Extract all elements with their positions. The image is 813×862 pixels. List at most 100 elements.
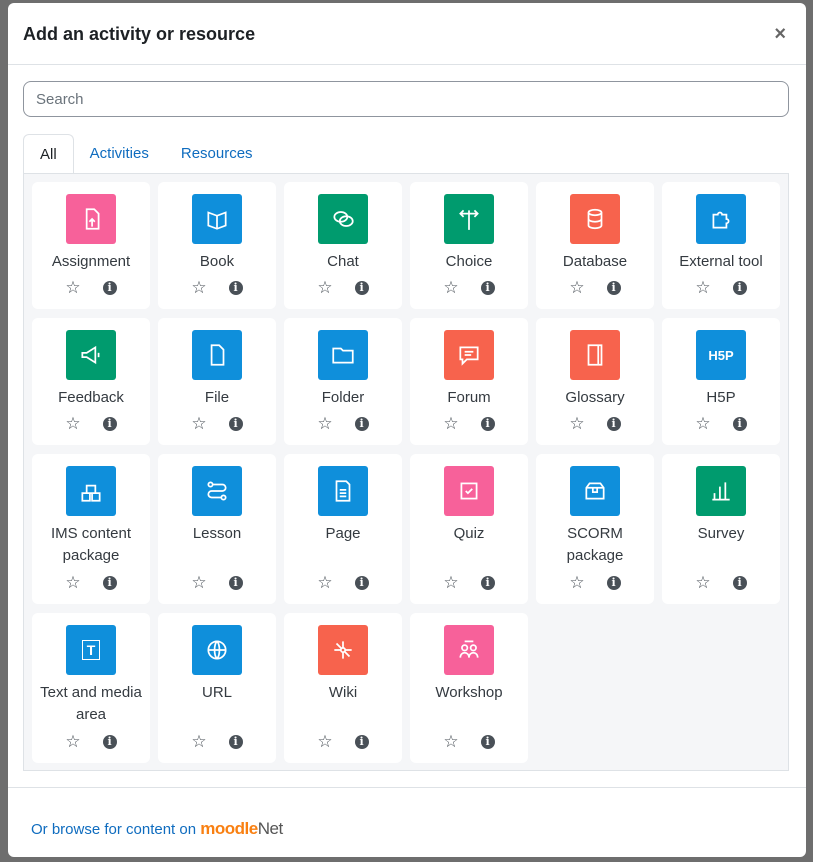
info-icon[interactable]: i [732,281,747,295]
star-icon[interactable]: ☆ [569,574,584,592]
star-icon[interactable]: ☆ [569,415,584,433]
info-icon[interactable]: i [480,576,495,590]
activity-label[interactable]: Survey [662,523,780,545]
activity-card-chat[interactable]: Chat ☆ i [284,182,402,309]
star-icon[interactable]: ☆ [443,279,458,297]
star-icon[interactable]: ☆ [443,574,458,592]
activity-card-external-tool[interactable]: External tool ☆ i [662,182,780,309]
puzzle-icon[interactable] [696,194,746,244]
activity-label[interactable]: H5P [662,387,780,409]
folder-icon[interactable] [318,330,368,380]
moodlenet-link[interactable]: Or browse for content on moodleNet [31,819,283,839]
activity-label[interactable]: Choice [410,251,528,273]
info-icon[interactable]: i [228,576,243,590]
star-icon[interactable]: ☆ [317,733,332,751]
activity-label[interactable]: Forum [410,387,528,409]
activity-label[interactable]: Glossary [536,387,654,409]
star-icon[interactable]: ☆ [65,279,80,297]
star-icon[interactable]: ☆ [569,279,584,297]
activity-label[interactable]: SCORM package [536,523,654,567]
star-icon[interactable]: ☆ [443,415,458,433]
star-icon[interactable]: ☆ [191,574,206,592]
scorm-icon[interactable] [570,466,620,516]
file-icon[interactable] [192,330,242,380]
activity-label[interactable]: Text and media area [32,682,150,726]
info-icon[interactable]: i [606,417,621,431]
activity-label[interactable]: Workshop [410,682,528,704]
star-icon[interactable]: ☆ [443,733,458,751]
star-icon[interactable]: ☆ [695,574,710,592]
database-icon[interactable] [570,194,620,244]
chat-icon[interactable] [318,194,368,244]
info-icon[interactable]: i [354,735,369,749]
info-icon[interactable]: i [228,735,243,749]
star-icon[interactable]: ☆ [317,415,332,433]
star-icon[interactable]: ☆ [695,279,710,297]
info-icon[interactable]: i [480,735,495,749]
activity-label[interactable]: Folder [284,387,402,409]
activity-card-survey[interactable]: Survey ☆ i [662,454,780,604]
tab-resources[interactable]: Resources [165,134,269,174]
activity-card-workshop[interactable]: Workshop ☆ i [410,613,528,763]
activity-label[interactable]: Book [158,251,276,273]
activity-label[interactable]: Wiki [284,682,402,704]
activity-card-url[interactable]: URL ☆ i [158,613,276,763]
activity-card-book[interactable]: Book ☆ i [158,182,276,309]
activity-label[interactable]: Quiz [410,523,528,545]
activity-card-folder[interactable]: Folder ☆ i [284,318,402,445]
close-icon[interactable]: × [774,23,786,46]
quiz-icon[interactable] [444,466,494,516]
info-icon[interactable]: i [228,417,243,431]
glossary-icon[interactable] [570,330,620,380]
activity-label[interactable]: Page [284,523,402,545]
star-icon[interactable]: ☆ [191,279,206,297]
activity-card-glossary[interactable]: Glossary ☆ i [536,318,654,445]
info-icon[interactable]: i [354,281,369,295]
activity-card-scorm-package[interactable]: SCORM package ☆ i [536,454,654,604]
star-icon[interactable]: ☆ [191,733,206,751]
activity-card-database[interactable]: Database ☆ i [536,182,654,309]
forum-icon[interactable] [444,330,494,380]
info-icon[interactable]: i [102,735,117,749]
h5p-icon[interactable]: H5P [696,330,746,380]
wiki-icon[interactable] [318,625,368,675]
star-icon[interactable]: ☆ [191,415,206,433]
activity-label[interactable]: File [158,387,276,409]
text-icon[interactable]: T [66,625,116,675]
info-icon[interactable]: i [732,576,747,590]
activity-card-text-and-media-area[interactable]: T Text and media area ☆ i [32,613,150,763]
info-icon[interactable]: i [102,576,117,590]
star-icon[interactable]: ☆ [317,574,332,592]
info-icon[interactable]: i [480,417,495,431]
activity-label[interactable]: Database [536,251,654,273]
megaphone-icon[interactable] [66,330,116,380]
info-icon[interactable]: i [102,417,117,431]
activity-card-ims-content-package[interactable]: IMS content package ☆ i [32,454,150,604]
file-upload-icon[interactable] [66,194,116,244]
star-icon[interactable]: ☆ [695,415,710,433]
workshop-icon[interactable] [444,625,494,675]
package-icon[interactable] [66,466,116,516]
activity-label[interactable]: IMS content package [32,523,150,567]
star-icon[interactable]: ☆ [65,415,80,433]
search-input[interactable] [23,81,789,117]
star-icon[interactable]: ☆ [65,733,80,751]
activity-card-h5p[interactable]: H5P H5P ☆ i [662,318,780,445]
activity-label[interactable]: Feedback [32,387,150,409]
activity-card-choice[interactable]: Choice ☆ i [410,182,528,309]
activity-card-file[interactable]: File ☆ i [158,318,276,445]
star-icon[interactable]: ☆ [65,574,80,592]
activity-card-page[interactable]: Page ☆ i [284,454,402,604]
activity-label[interactable]: Assignment [32,251,150,273]
info-icon[interactable]: i [102,281,117,295]
activity-card-wiki[interactable]: Wiki ☆ i [284,613,402,763]
activity-card-forum[interactable]: Forum ☆ i [410,318,528,445]
star-icon[interactable]: ☆ [317,279,332,297]
activity-card-quiz[interactable]: Quiz ☆ i [410,454,528,604]
activity-label[interactable]: Lesson [158,523,276,545]
activity-card-lesson[interactable]: Lesson ☆ i [158,454,276,604]
activity-card-feedback[interactable]: Feedback ☆ i [32,318,150,445]
lesson-icon[interactable] [192,466,242,516]
signpost-icon[interactable] [444,194,494,244]
info-icon[interactable]: i [228,281,243,295]
